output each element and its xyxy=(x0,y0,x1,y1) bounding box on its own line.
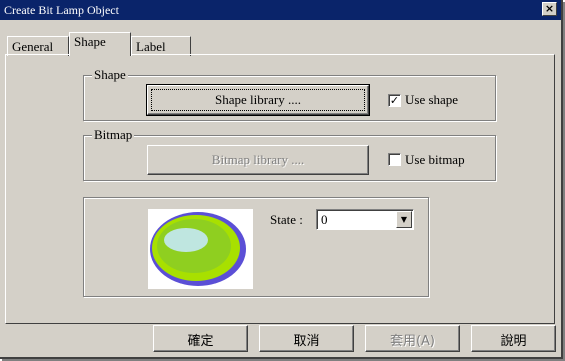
state-dropdown-button[interactable]: ▼ xyxy=(396,211,412,228)
use-shape-checkbox[interactable]: ✓ xyxy=(388,94,401,107)
dropdown-arrow-icon: ▼ xyxy=(400,215,408,224)
state-select[interactable]: 0 ▼ xyxy=(316,209,414,230)
apply-button-label: 套用(A) xyxy=(389,334,436,349)
help-button[interactable]: 說明 xyxy=(471,325,556,352)
lamp-highlight-ellipse xyxy=(164,228,208,252)
cancel-button-label: 取消 xyxy=(293,334,320,349)
bitmap-library-button[interactable]: Bitmap library .... xyxy=(147,145,369,175)
close-icon: × xyxy=(544,2,555,15)
state-select-value: 0 xyxy=(321,212,328,227)
tab-shape-label: Shape xyxy=(74,34,106,49)
checkmark-icon: ✓ xyxy=(389,94,400,107)
shape-library-button[interactable]: Shape library .... xyxy=(146,84,370,116)
help-button-label: 說明 xyxy=(500,334,527,349)
bitmap-group-legend: Bitmap xyxy=(92,127,135,143)
apply-button[interactable]: 套用(A) xyxy=(365,325,460,352)
lamp-preview-icon xyxy=(150,212,246,286)
cancel-button[interactable]: 取消 xyxy=(259,325,354,352)
title-bar[interactable]: Create Bit Lamp Object × xyxy=(0,0,561,20)
close-button[interactable]: × xyxy=(542,2,557,16)
tab-shape[interactable]: Shape xyxy=(69,32,131,56)
focus-rectangle xyxy=(151,89,365,111)
use-shape-label: Use shape xyxy=(405,92,459,107)
tab-general[interactable]: General xyxy=(7,36,69,56)
shape-group-legend: Shape xyxy=(92,67,128,83)
ok-button[interactable]: 確定 xyxy=(153,325,248,352)
bitmap-library-button-label: Bitmap library .... xyxy=(211,152,305,167)
window-title: Create Bit Lamp Object xyxy=(4,3,119,17)
ok-button-label: 確定 xyxy=(187,334,214,349)
use-bitmap-checkbox[interactable] xyxy=(388,153,401,166)
tab-label[interactable]: Label xyxy=(131,36,191,56)
tab-general-label: General xyxy=(12,39,54,54)
use-bitmap-label: Use bitmap xyxy=(405,152,465,167)
state-label: State : xyxy=(270,212,303,227)
tab-label-label: Label xyxy=(136,39,166,54)
dialog-window: Create Bit Lamp Object × General Shape L… xyxy=(0,0,563,359)
lamp-preview xyxy=(148,209,253,289)
